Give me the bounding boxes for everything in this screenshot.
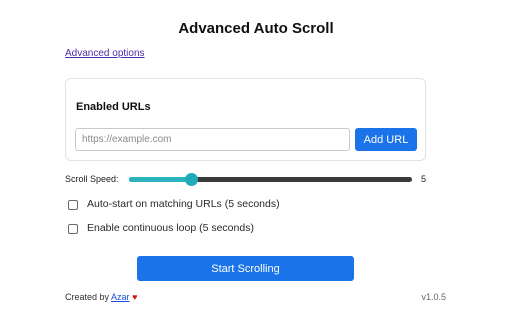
author-link[interactable]: Azar — [111, 292, 130, 302]
auto-start-label: Auto-start on matching URLs (5 seconds) — [87, 198, 280, 210]
start-scrolling-button[interactable]: Start Scrolling — [137, 256, 354, 281]
version-label: v1.0.5 — [421, 292, 446, 302]
scroll-speed-slider-fill — [129, 177, 192, 182]
add-url-button[interactable]: Add URL — [355, 128, 417, 151]
enabled-urls-card: Enabled URLs Add URL — [65, 78, 426, 161]
footer-credit: Created by Azar ♥ — [65, 292, 137, 302]
popup-page: Advanced Auto Scroll Advanced options En… — [0, 0, 512, 320]
heart-icon: ♥ — [132, 292, 138, 302]
advanced-options-link[interactable]: Advanced options — [65, 48, 145, 59]
url-input[interactable] — [75, 128, 350, 151]
continuous-loop-label: Enable continuous loop (5 seconds) — [87, 222, 254, 234]
scroll-speed-slider-thumb[interactable] — [185, 173, 199, 186]
auto-start-checkbox[interactable] — [68, 200, 78, 210]
continuous-loop-checkbox[interactable] — [68, 224, 78, 234]
scroll-speed-slider[interactable] — [129, 173, 412, 186]
enabled-urls-heading: Enabled URLs — [76, 101, 151, 113]
scroll-speed-label: Scroll Speed: — [65, 174, 119, 184]
created-by-text: Created by — [65, 292, 110, 302]
scroll-speed-value: 5 — [421, 174, 427, 184]
page-title: Advanced Auto Scroll — [178, 20, 334, 37]
